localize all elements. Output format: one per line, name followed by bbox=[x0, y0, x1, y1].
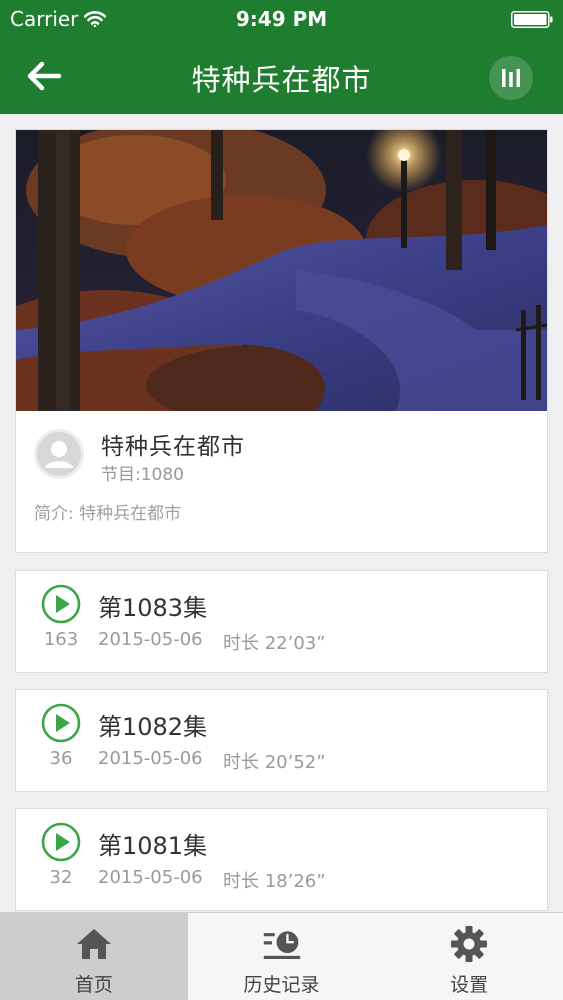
battery-icon bbox=[511, 11, 553, 28]
tab-label: 历史记录 bbox=[243, 974, 320, 996]
home-icon bbox=[74, 924, 114, 964]
episode-duration: 时长 20’52” bbox=[223, 752, 326, 773]
app-header: Carrier 9:49 PM 特种兵在都市 bbox=[0, 0, 563, 114]
user-avatar-icon bbox=[34, 429, 84, 479]
equalizer-icon bbox=[502, 69, 520, 87]
tab-label: 设置 bbox=[450, 974, 489, 996]
now-playing-button[interactable] bbox=[489, 56, 533, 100]
program-banner-image bbox=[16, 130, 547, 411]
episode-title: 第1081集 bbox=[98, 832, 208, 860]
episode-date: 2015-05-06 bbox=[98, 867, 203, 888]
episode-play-count: 163 bbox=[43, 629, 79, 650]
episode-item[interactable]: 第1082集 36 2015-05-06 时长 20’52” bbox=[15, 689, 548, 792]
tab-settings[interactable]: 设置 bbox=[375, 913, 563, 1000]
tab-history[interactable]: 历史记录 bbox=[188, 913, 376, 1000]
program-description: 简介: 特种兵在都市 bbox=[34, 504, 182, 524]
gear-icon bbox=[449, 924, 489, 964]
program-card: 特种兵在都市 节目:1080 简介: 特种兵在都市 bbox=[15, 129, 548, 553]
page-title: 特种兵在都市 bbox=[191, 63, 372, 97]
episode-date: 2015-05-06 bbox=[98, 748, 203, 769]
episode-duration: 时长 18’26” bbox=[223, 871, 326, 892]
program-name: 特种兵在都市 bbox=[101, 434, 245, 460]
episode-item[interactable]: 第1081集 32 2015-05-06 时长 18’26” bbox=[15, 808, 548, 911]
play-icon[interactable] bbox=[41, 584, 81, 624]
play-icon[interactable] bbox=[41, 703, 81, 743]
tab-home[interactable]: 首页 bbox=[0, 913, 188, 1000]
episode-item[interactable]: 第1083集 163 2015-05-06 时长 22’03” bbox=[15, 570, 548, 673]
tab-label: 首页 bbox=[74, 974, 113, 996]
program-episode-count: 节目:1080 bbox=[101, 465, 184, 485]
episode-duration: 时长 22’03” bbox=[223, 633, 326, 654]
tab-bar: 首页 历史记录 设置 bbox=[0, 912, 563, 1000]
episode-title: 第1082集 bbox=[98, 713, 208, 741]
play-icon[interactable] bbox=[41, 822, 81, 862]
status-bar: Carrier 9:49 PM bbox=[0, 0, 563, 38]
status-time: 9:49 PM bbox=[235, 7, 328, 31]
nav-bar: 特种兵在都市 bbox=[0, 38, 563, 114]
episode-play-count: 36 bbox=[49, 748, 73, 769]
episode-title: 第1083集 bbox=[98, 594, 208, 622]
episode-date: 2015-05-06 bbox=[98, 629, 203, 650]
episode-play-count: 32 bbox=[49, 867, 73, 888]
history-icon bbox=[262, 924, 302, 964]
